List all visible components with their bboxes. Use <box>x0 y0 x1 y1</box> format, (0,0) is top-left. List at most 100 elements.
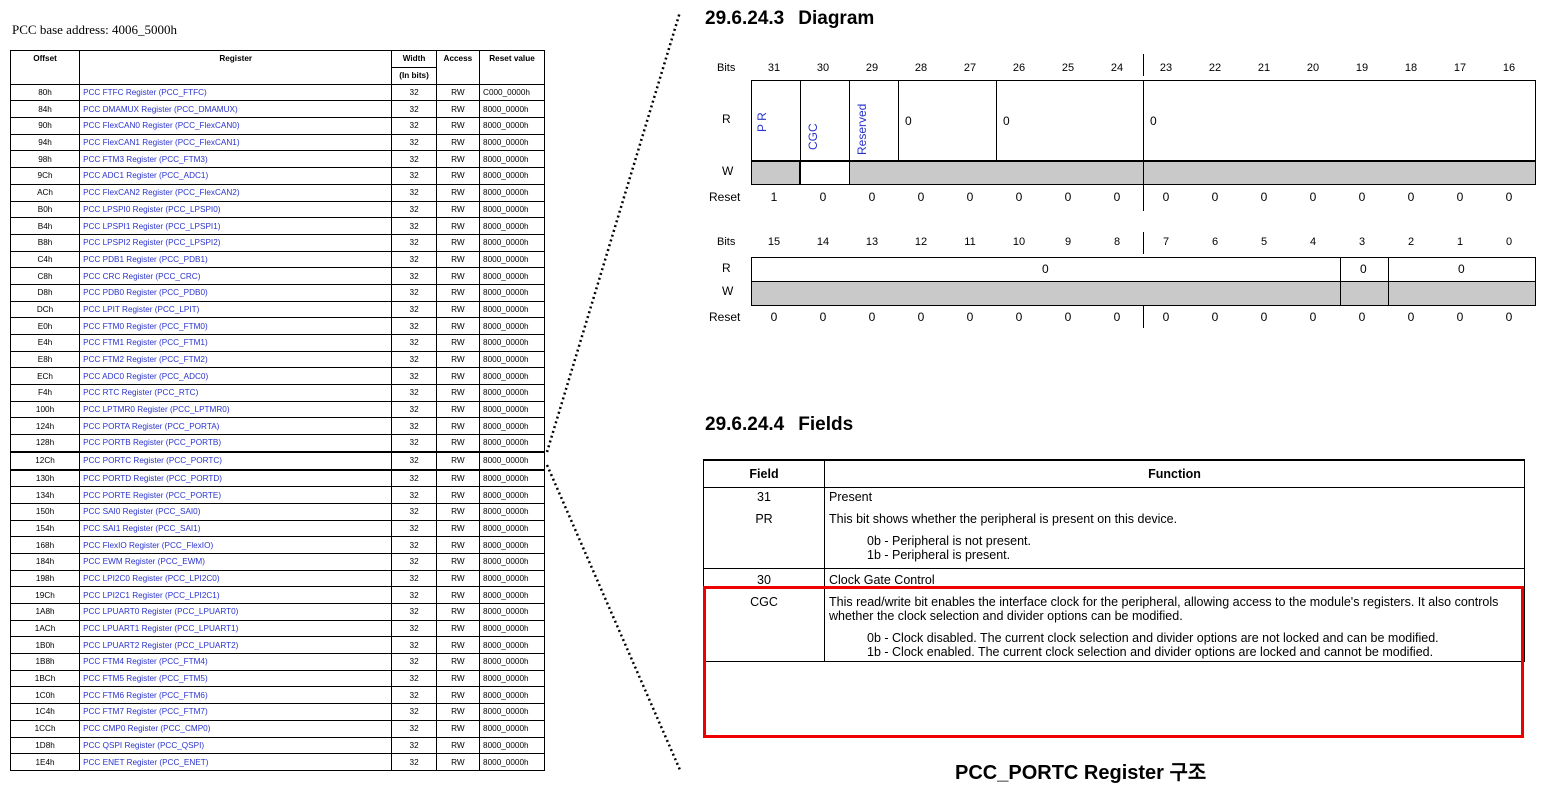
register-link[interactable]: PCC PORTC Register (PCC_PORTC) <box>79 450 393 471</box>
col-offset: Offset <box>9 50 81 85</box>
bit-number: 20 <box>1306 62 1320 74</box>
register-link[interactable]: PCC LPTMR0 Register (PCC_LPTMR0) <box>79 400 393 419</box>
reset-cell: 8000_0000h <box>479 217 545 235</box>
register-link[interactable]: PCC FlexCAN2 Register (PCC_FlexCAN2) <box>79 183 393 202</box>
register-link[interactable]: PCC FTM3 Register (PCC_FTM3) <box>79 150 393 169</box>
register-link[interactable]: PCC QSPI Register (PCC_QSPI) <box>79 736 393 755</box>
reset-cell: 8000_0000h <box>479 250 545 269</box>
register-link[interactable]: PCC LPUART1 Register (PCC_LPUART1) <box>79 619 393 638</box>
access-cell: RW <box>435 150 481 169</box>
width-cell: 32 <box>391 686 437 705</box>
field-reserved-label: Reserved <box>855 103 869 155</box>
offset-cell: 1D8h <box>9 736 81 755</box>
width-cell: 32 <box>391 619 437 638</box>
reset-cell: 8000_0000h <box>479 367 545 386</box>
register-row: B8h PCC LPSPI2 Register (PCC_LPSPI2) 32 RW 8… <box>9 233 545 252</box>
access-cell: RW <box>435 317 481 335</box>
register-link[interactable]: PCC PORTB Register (PCC_PORTB) <box>79 434 393 453</box>
register-link[interactable]: PCC FTM7 Register (PCC_FTM7) <box>79 703 393 721</box>
bit-number: 8 <box>1113 236 1121 248</box>
register-link[interactable]: PCC PORTA Register (PCC_PORTA) <box>79 417 393 436</box>
register-link[interactable]: PCC LPI2C1 Register (PCC_LPI2C1) <box>79 586 393 604</box>
register-link[interactable]: PCC LPUART2 Register (PCC_LPUART2) <box>79 636 393 655</box>
access-cell: RW <box>435 117 481 135</box>
width-cell: 32 <box>391 486 437 504</box>
divider-29 <box>849 80 850 161</box>
register-row: 1C4h PCC FTM7 Register (PCC_FTM7) 32 RW 8000… <box>9 703 545 721</box>
bit-number: 22 <box>1208 62 1222 74</box>
reset-cell: 8000_0000h <box>479 267 545 285</box>
divider-23 <box>1143 80 1144 161</box>
reset-cell: 8000_0000h <box>479 350 545 369</box>
register-link[interactable]: PCC DMAMUX Register (PCC_DMAMUX) <box>79 100 393 119</box>
bit-number: 14 <box>816 236 830 248</box>
r-label-lower: R <box>722 261 731 275</box>
register-link[interactable]: PCC FTM6 Register (PCC_FTM6) <box>79 686 393 705</box>
register-link[interactable]: PCC FTM4 Register (PCC_FTM4) <box>79 653 393 671</box>
width-cell: 32 <box>391 150 437 169</box>
register-link[interactable]: PCC ADC1 Register (PCC_ADC1) <box>79 167 393 185</box>
register-link[interactable]: PCC EWM Register (PCC_EWM) <box>79 552 393 571</box>
bit-number: 29 <box>865 62 879 74</box>
reset-value: 0 <box>1505 310 1513 324</box>
register-link[interactable]: PCC FlexCAN1 Register (PCC_FlexCAN1) <box>79 133 393 152</box>
width-cell: 32 <box>391 183 437 202</box>
register-link[interactable]: PCC LPSPI0 Register (PCC_LPSPI0) <box>79 200 393 219</box>
register-link[interactable]: PCC RTC Register (PCC_RTC) <box>79 384 393 402</box>
register-link[interactable]: PCC PDB0 Register (PCC_PDB0) <box>79 283 393 302</box>
register-link[interactable]: PCC PDB1 Register (PCC_PDB1) <box>79 250 393 269</box>
register-link[interactable]: PCC PORTD Register (PCC_PORTD) <box>79 468 393 488</box>
reset-cell: 8000_0000h <box>479 300 545 319</box>
register-link[interactable]: PCC LPSPI2 Register (PCC_LPSPI2) <box>79 233 393 252</box>
register-link[interactable]: PCC FTM0 Register (PCC_FTM0) <box>79 317 393 335</box>
reset-value: 0 <box>1113 310 1121 324</box>
register-link[interactable]: PCC ENET Register (PCC_ENET) <box>79 753 393 771</box>
register-row: 154h PCC SAI1 Register (PCC_SAI1) 32 RW 8000… <box>9 519 545 538</box>
register-link[interactable]: PCC FTM1 Register (PCC_FTM1) <box>79 334 393 352</box>
register-row: 1BCh PCC FTM5 Register (PCC_FTM5) 32 RW 8000… <box>9 669 545 688</box>
register-link[interactable]: PCC LPIT Register (PCC_LPIT) <box>79 300 393 319</box>
access-cell: RW <box>435 636 481 655</box>
offset-cell: 1A8h <box>9 603 81 621</box>
register-link[interactable]: PCC CRC Register (PCC_CRC) <box>79 267 393 285</box>
reset-value: 0 <box>1064 190 1072 204</box>
register-row: 94h PCC FlexCAN1 Register (PCC_FlexCAN1) 3… <box>9 133 545 152</box>
register-link[interactable]: PCC CMP0 Register (PCC_CMP0) <box>79 719 393 738</box>
register-row: 84h PCC DMAMUX Register (PCC_DMAMUX) 32 RW 8… <box>9 100 545 119</box>
register-link[interactable]: PCC FlexIO Register (PCC_FlexIO) <box>79 536 393 554</box>
bit-number: 12 <box>914 236 928 248</box>
width-cell: 32 <box>391 653 437 671</box>
register-link[interactable]: PCC PORTE Register (PCC_PORTE) <box>79 486 393 504</box>
reset-value: 0 <box>1211 190 1219 204</box>
field-zero-2-0: 0 <box>1458 262 1465 276</box>
width-cell: 32 <box>391 468 437 488</box>
offset-cell: 90h <box>9 117 81 135</box>
access-cell: RW <box>435 552 481 571</box>
register-link[interactable]: PCC LPUART0 Register (PCC_LPUART0) <box>79 603 393 621</box>
access-cell: RW <box>435 233 481 252</box>
register-link[interactable]: PCC FlexCAN0 Register (PCC_FlexCAN0) <box>79 117 393 135</box>
register-link[interactable]: PCC FTM5 Register (PCC_FTM5) <box>79 669 393 688</box>
register-link[interactable]: PCC SAI1 Register (PCC_SAI1) <box>79 519 393 538</box>
register-link[interactable]: PCC LPSPI1 Register (PCC_LPSPI1) <box>79 217 393 235</box>
field-row-pr-desc: PR This bit shows whether the peripheral… <box>703 506 1525 528</box>
reset-cell: C000_0000h <box>479 83 545 102</box>
width-cell: 32 <box>391 417 437 436</box>
access-cell: RW <box>435 167 481 185</box>
width-cell: 32 <box>391 100 437 119</box>
field-zero-3: 0 <box>1360 262 1367 276</box>
offset-cell: 19Ch <box>9 586 81 604</box>
reset-value: 0 <box>1505 190 1513 204</box>
pr-options: 0b - Peripheral is not present. 1b - Per… <box>824 528 1525 569</box>
access-cell: RW <box>435 653 481 671</box>
register-row: F4h PCC RTC Register (PCC_RTC) 32 RW 8000_00… <box>9 384 545 402</box>
register-link[interactable]: PCC FTM2 Register (PCC_FTM2) <box>79 350 393 369</box>
bits-label-lower: Bits <box>717 236 736 248</box>
register-row: 130h PCC PORTD Register (PCC_PORTD) 32 RW 80… <box>9 468 545 488</box>
col-width-unit: (In bits) <box>391 67 437 85</box>
register-link[interactable]: PCC FTFC Register (PCC_FTFC) <box>79 83 393 102</box>
width-cell: 32 <box>391 384 437 402</box>
register-link[interactable]: PCC ADC0 Register (PCC_ADC0) <box>79 367 393 386</box>
register-link[interactable]: PCC SAI0 Register (PCC_SAI0) <box>79 502 393 521</box>
register-link[interactable]: PCC LPI2C0 Register (PCC_LPI2C0) <box>79 569 393 588</box>
